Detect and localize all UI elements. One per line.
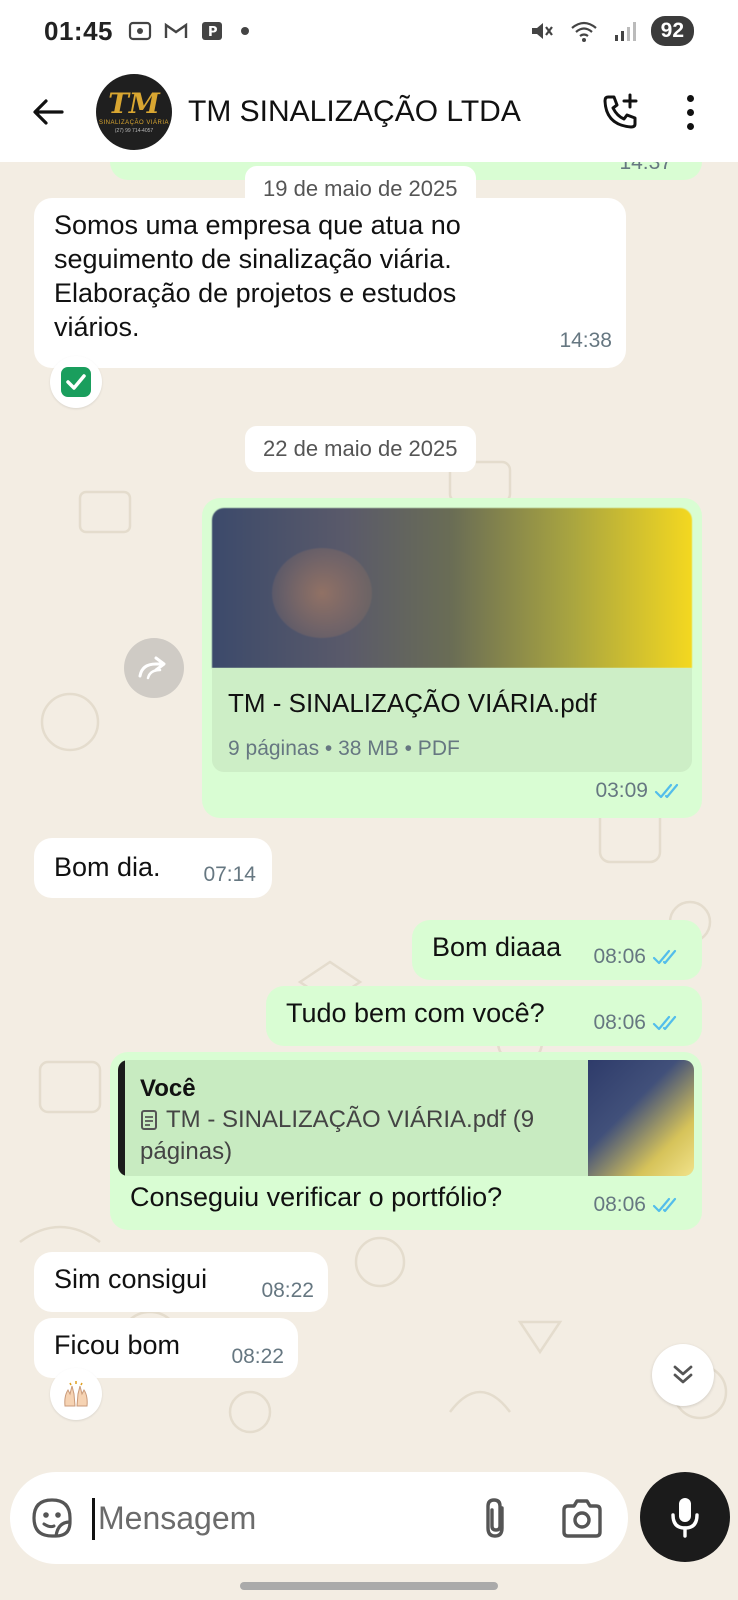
status-time: 01:45	[44, 15, 113, 46]
message-text-line: seguimento de sinalização viária.	[54, 244, 452, 274]
text-caret	[92, 1498, 95, 1540]
double-check-icon	[652, 1015, 677, 1031]
outgoing-document-message[interactable]: TM - SINALIZAÇÃO VIÁRIA.pdf 9 páginas • …	[202, 498, 702, 818]
raised-hands-icon	[64, 1381, 88, 1407]
message-text: Tudo bem com você?	[286, 998, 545, 1028]
forward-icon	[138, 656, 166, 680]
wifi-icon	[570, 21, 597, 42]
message-time: 14:38	[559, 329, 612, 352]
document-info[interactable]: TM - SINALIZAÇÃO VIÁRIA.pdf 9 páginas • …	[212, 668, 692, 772]
svg-text:P: P	[208, 25, 218, 40]
double-check-icon	[652, 1197, 677, 1213]
quote-text-line: TM - SINALIZAÇÃO VIÁRIA.pdf (9	[166, 1106, 535, 1133]
quote-text: TM - SINALIZAÇÃO VIÁRIA.pdf (9 páginas)	[140, 1104, 534, 1168]
notification-icons: P	[127, 20, 249, 42]
message-time: 03:09	[595, 779, 648, 802]
double-chevron-down-icon	[673, 1365, 693, 1384]
dot-icon	[686, 94, 694, 102]
gmail-icon	[164, 22, 188, 38]
attach-icon[interactable]	[472, 1494, 518, 1542]
dot-icon	[686, 122, 694, 130]
signal-icon	[614, 22, 636, 41]
message-placeholder: Mensagem	[98, 1500, 257, 1536]
voice-message-button[interactable]	[640, 1472, 730, 1562]
chat-header: TM SINALIZAÇÃO VIÁRIA (27) 99 714-4057 T…	[0, 62, 738, 162]
quoted-message[interactable]: Você TM - SINALIZAÇÃO VIÁRIA.pdf (9 pági…	[118, 1060, 694, 1176]
forward-button[interactable]	[124, 638, 184, 698]
call-button[interactable]	[596, 88, 644, 136]
microphone-icon	[671, 1498, 699, 1538]
message-reaction[interactable]	[50, 1368, 102, 1420]
date-divider: 22 de maio de 2025	[245, 426, 476, 472]
scroll-to-bottom-button[interactable]	[652, 1344, 714, 1406]
document-icon	[141, 1110, 157, 1130]
message-time: 14:37	[619, 162, 672, 174]
check-mark-icon	[61, 367, 91, 397]
avatar[interactable]: TM SINALIZAÇÃO VIÁRIA (27) 99 714-4057	[96, 74, 172, 150]
message-text-line: viários.	[54, 312, 140, 342]
message-time: 07:14	[203, 863, 256, 886]
dot-icon	[686, 108, 694, 116]
home-indicator[interactable]	[240, 1582, 498, 1590]
mute-icon	[531, 23, 553, 39]
parking-app-icon: P	[202, 22, 222, 40]
more-notifications-dot	[241, 27, 249, 35]
message-input[interactable]: Mensagem	[10, 1472, 628, 1564]
incoming-message[interactable]: Sim consigui 08:22	[34, 1252, 328, 1312]
document-meta: 9 páginas • 38 MB • PDF	[228, 737, 460, 760]
quote-bar	[118, 1060, 125, 1176]
message-text-line: Elaboração de projetos e estudos	[54, 278, 457, 308]
outgoing-message[interactable]: Bom diaaa 08:06	[412, 920, 702, 980]
message-text: Ficou bom	[54, 1330, 181, 1360]
message-reaction[interactable]	[50, 356, 102, 408]
message-text-line: Somos uma empresa que atua no	[54, 210, 461, 240]
message-list[interactable]: 14:37 19 de maio de 2025 Somos uma empre…	[0, 162, 738, 1458]
quote-thumbnail	[588, 1060, 694, 1176]
more-options-button[interactable]	[678, 88, 702, 136]
incoming-message[interactable]: Bom dia. 07:14	[34, 838, 272, 898]
double-check-icon	[652, 949, 677, 965]
message-text: Bom diaaa	[432, 932, 562, 962]
contact-name[interactable]: TM SINALIZAÇÃO LTDA	[188, 95, 596, 129]
quote-text-line: páginas)	[140, 1138, 233, 1165]
camera-icon[interactable]	[558, 1496, 606, 1540]
composer-bar: Mensagem	[0, 1458, 738, 1600]
outgoing-reply-message[interactable]: Você TM - SINALIZAÇÃO VIÁRIA.pdf (9 pági…	[110, 1052, 702, 1230]
screenshot-icon	[128, 21, 152, 41]
message-time: 08:06	[593, 1193, 646, 1216]
back-button[interactable]	[26, 90, 70, 134]
incoming-message[interactable]: Somos uma empresa que atua no seguimento…	[34, 198, 626, 368]
document-preview[interactable]	[212, 508, 692, 668]
message-text: Bom dia.	[54, 852, 161, 882]
message-time: 08:22	[231, 1345, 284, 1368]
phone-add-icon	[603, 93, 638, 129]
message-text: Conseguiu verificar o portfólio?	[130, 1182, 503, 1212]
message-time: 08:22	[261, 1279, 314, 1302]
sticker-icon[interactable]	[28, 1494, 76, 1542]
arrow-left-icon	[33, 99, 64, 125]
avatar-subtitle: SINALIZAÇÃO VIÁRIA	[98, 120, 170, 126]
double-check-icon	[654, 783, 679, 799]
avatar-phone: (27) 99 714-4057	[114, 128, 154, 134]
message-time: 08:06	[593, 1011, 646, 1034]
document-name: TM - SINALIZAÇÃO VIÁRIA.pdf	[228, 688, 597, 718]
quote-author: Você	[140, 1075, 196, 1102]
message-time: 08:06	[593, 945, 646, 968]
status-bar: 01:45 P 92	[0, 0, 738, 62]
message-text: Sim consigui	[54, 1264, 208, 1294]
outgoing-message[interactable]: Tudo bem com você? 08:06	[266, 986, 702, 1046]
battery-level: 92	[650, 16, 694, 46]
avatar-logo: TM	[108, 87, 160, 120]
